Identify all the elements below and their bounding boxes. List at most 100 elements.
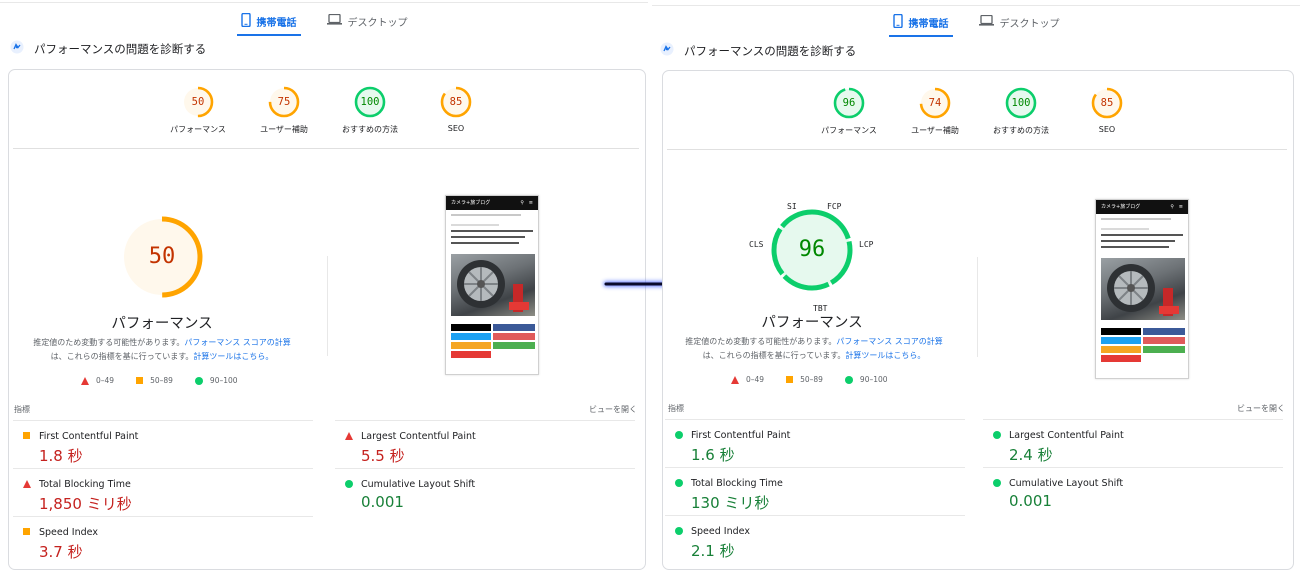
gauge-label: ユーザー補助	[260, 125, 308, 134]
gauge-best-practices[interactable]: 100 おすすめの方法	[982, 87, 1060, 136]
metrics-header: 指標 ビューを開く	[14, 404, 637, 415]
expand-view-toggle[interactable]: ビューを開く	[589, 404, 637, 415]
gauge-label-si: SI	[787, 202, 797, 211]
device-tabs: 携帯電話 デスクトップ	[0, 10, 648, 36]
tab-desktop[interactable]: デスクトップ	[975, 11, 1064, 37]
pass-circle-icon	[844, 375, 853, 384]
desktop-icon	[326, 13, 342, 28]
report-after: 携帯電話 デスクトップ パフォーマンスの問題を診断する 96 パフォーマンス 7…	[652, 0, 1300, 570]
performance-title: パフォーマンス	[111, 316, 213, 332]
average-square-icon	[136, 377, 144, 384]
metric-name: First Contentful Paint	[691, 430, 791, 441]
diagnose-icon	[660, 42, 674, 59]
tab-mobile[interactable]: 携帯電話	[236, 10, 301, 36]
metric-value: 2.1 秒	[691, 542, 735, 560]
gauge-score: 50	[191, 96, 205, 108]
gauge-score: 75	[277, 96, 291, 108]
average-square-icon	[786, 376, 794, 383]
legend-fail: 0–49	[746, 375, 765, 384]
gauge-performance[interactable]: 96 パフォーマンス	[810, 87, 888, 136]
tab-desktop[interactable]: デスクトップ	[323, 10, 412, 36]
section-title: パフォーマンスの問題を診断する	[34, 41, 207, 56]
score-legend: 0–49 50–89 90–100	[731, 375, 888, 384]
gauge-performance[interactable]: 50 パフォーマンス	[159, 86, 237, 135]
gauge-label: ユーザー補助	[911, 126, 959, 135]
site-title: カメラ+旅ブログ	[451, 200, 491, 206]
vertical-divider	[327, 256, 328, 356]
legend-fail: 0–49	[96, 376, 115, 385]
metric-name: Largest Contentful Paint	[361, 431, 476, 442]
tab-mobile-label: 携帯電話	[908, 18, 949, 30]
score-calc-link[interactable]: パフォーマンス スコアの計算	[184, 338, 290, 347]
gauge-accessibility[interactable]: 75 ユーザー補助	[245, 86, 323, 135]
metric-value: 5.5 秒	[361, 447, 405, 465]
gauge-seo[interactable]: 85 SEO	[1068, 87, 1146, 136]
metrics-header: 指標 ビューを開く	[668, 403, 1285, 414]
report-card: 50 パフォーマンス 75 ユーザー補助 100 おすすめの方法 85 SEO …	[8, 69, 646, 570]
tab-mobile[interactable]: 携帯電話	[888, 11, 953, 37]
pass-circle-icon	[993, 431, 1001, 439]
pass-circle-icon	[194, 376, 203, 385]
category-gauges: 50 パフォーマンス 75 ユーザー補助 100 おすすめの方法 85 SEO	[9, 86, 645, 135]
section-title: パフォーマンスの問題を診断する	[684, 43, 857, 58]
expand-view-toggle[interactable]: ビューを開く	[1237, 403, 1285, 414]
diagnose-icon	[10, 40, 24, 57]
gauge-score: 74	[928, 97, 942, 109]
metric-name: Total Blocking Time	[39, 479, 131, 490]
report-card: 96 パフォーマンス 74 ユーザー補助 100 おすすめの方法 85 SEO …	[662, 70, 1294, 570]
legend-pass: 90–100	[859, 375, 888, 384]
tab-desktop-label: デスクトップ	[999, 18, 1060, 30]
pass-circle-icon	[675, 527, 683, 535]
section-header: パフォーマンスの問題を診断する	[660, 42, 856, 59]
search-icon: ⚲	[1170, 204, 1174, 210]
gauge-best-practices[interactable]: 100 おすすめの方法	[331, 86, 409, 135]
score-calc-link[interactable]: パフォーマンス スコアの計算	[836, 337, 942, 346]
calculator-link[interactable]: 計算ツールはこちら。	[193, 352, 273, 361]
metric-name: Cumulative Layout Shift	[1009, 478, 1124, 489]
fail-triangle-icon	[23, 480, 31, 488]
performance-big-score: 50	[148, 244, 176, 269]
pass-circle-icon	[675, 479, 683, 487]
average-square-icon	[23, 528, 30, 535]
metric-name: Cumulative Layout Shift	[361, 479, 476, 490]
gauge-label: パフォーマンス	[170, 125, 226, 134]
score-legend: 0–49 50–89 90–100	[81, 376, 238, 385]
pass-circle-icon	[675, 431, 683, 439]
screenshot-thumbnail: カメラ+旅ブログ ⚲ ≡	[1095, 199, 1189, 379]
category-gauges: 96 パフォーマンス 74 ユーザー補助 100 おすすめの方法 85 SEO	[663, 87, 1293, 136]
metric-tbt: Total Blocking Time 1,850 ミリ秒	[13, 468, 313, 516]
report-before: 携帯電話 デスクトップ パフォーマンスの問題を診断する 50 パフォーマンス 7…	[0, 0, 648, 570]
metric-value: 0.001	[1009, 492, 1052, 510]
metric-name: Speed Index	[39, 527, 98, 538]
metric-value: 2.4 秒	[1009, 446, 1053, 464]
metric-lcp: Largest Contentful Paint 5.5 秒	[335, 420, 635, 468]
gauge-score: 100	[1011, 97, 1031, 109]
metric-value: 1.6 秒	[691, 446, 735, 464]
metric-name: Largest Contentful Paint	[1009, 430, 1124, 441]
section-header: パフォーマンスの問題を診断する	[10, 40, 206, 57]
explain-text: は、これらの指標を基に行っています。	[50, 352, 194, 361]
desktop-icon	[978, 14, 994, 29]
explain-text: 推定値のため変動する可能性があります。	[33, 338, 185, 347]
gauge-label-lcp: LCP	[859, 240, 874, 249]
metric-si: Speed Index 3.7 秒	[13, 516, 313, 564]
pass-circle-icon	[993, 479, 1001, 487]
explain-text: は、これらの指標を基に行っています。	[702, 351, 846, 360]
metric-fcp: First Contentful Paint 1.6 秒	[665, 419, 965, 467]
calculator-link[interactable]: 計算ツールはこちら。	[845, 351, 925, 360]
gauge-label: おすすめの方法	[993, 126, 1049, 135]
explain-text: 推定値のため変動する可能性があります。	[685, 337, 837, 346]
legend-pass: 90–100	[209, 376, 238, 385]
gauge-label: おすすめの方法	[342, 125, 398, 134]
gauge-score: 100	[360, 96, 380, 108]
gauge-accessibility[interactable]: 74 ユーザー補助	[896, 87, 974, 136]
gauge-label-fcp: FCP	[827, 202, 842, 211]
fail-triangle-icon	[731, 375, 739, 384]
gauge-score: 96	[842, 97, 856, 109]
gauge-seo[interactable]: 85 SEO	[417, 86, 495, 135]
tab-desktop-label: デスクトップ	[347, 17, 408, 29]
metric-si: Speed Index 2.1 秒	[665, 515, 965, 563]
gauge-label-cls: CLS	[749, 240, 764, 249]
gauge-score: 85	[1100, 97, 1114, 109]
vertical-divider	[977, 257, 978, 357]
